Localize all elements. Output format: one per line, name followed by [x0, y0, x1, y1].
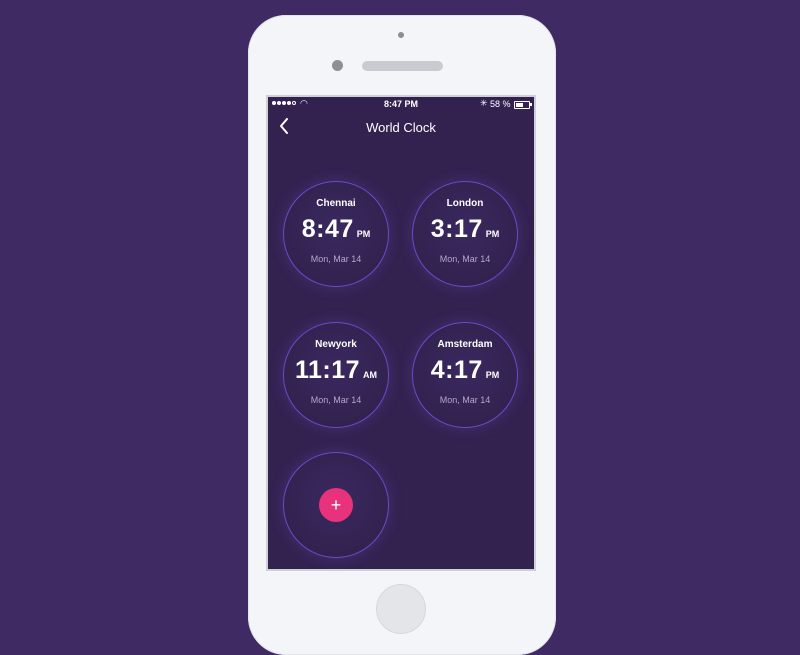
city-name: Chennai [316, 198, 356, 209]
home-button[interactable] [376, 584, 426, 634]
clock-card-london[interactable]: London 3:17 PM Mon, Mar 14 [412, 181, 518, 287]
front-camera [332, 60, 343, 71]
city-name: London [446, 198, 484, 209]
add-clock-button[interactable]: + [319, 488, 353, 522]
clock-date: Mon, Mar 14 [439, 395, 491, 405]
app-screen: ◠ 8:47 PM ✳ 58 % World Clock Chennai 8:4… [266, 95, 536, 571]
status-bar: ◠ 8:47 PM ✳ 58 % [268, 97, 534, 111]
add-clock-card: + [283, 452, 389, 558]
clock-date: Mon, Mar 14 [439, 254, 491, 264]
clock-date: Mon, Mar 14 [310, 254, 362, 264]
earpiece-speaker [362, 61, 443, 71]
clock-time: 3:17 [430, 215, 483, 243]
clock-card-amsterdam[interactable]: Amsterdam 4:17 PM Mon, Mar 14 [412, 322, 518, 428]
bluetooth-icon: ✳ [480, 98, 488, 108]
time-row: 4:17 PM [413, 356, 517, 385]
city-name: Amsterdam [437, 339, 493, 350]
clock-time: 8:47 [301, 215, 354, 243]
page-title: World Clock [366, 120, 436, 135]
phone-frame: ◠ 8:47 PM ✳ 58 % World Clock Chennai 8:4… [248, 15, 556, 655]
battery-percent: 58 % [490, 99, 511, 109]
battery-icon [514, 101, 532, 109]
time-row: 8:47 PM [284, 215, 388, 244]
time-row: 11:17 AM [284, 356, 388, 385]
clock-ampm: PM [485, 229, 500, 239]
city-name: Newyork [315, 339, 357, 350]
clock-time: 11:17 [294, 356, 361, 384]
clock-date: Mon, Mar 14 [310, 395, 362, 405]
sensor-dot [398, 32, 404, 38]
nav-bar: World Clock [268, 113, 534, 141]
clock-time: 4:17 [430, 356, 483, 384]
clock-card-chennai[interactable]: Chennai 8:47 PM Mon, Mar 14 [283, 181, 389, 287]
clock-card-newyork[interactable]: Newyork 11:17 AM Mon, Mar 14 [283, 322, 389, 428]
clock-ampm: AM [363, 370, 378, 380]
clock-ampm: PM [485, 370, 500, 380]
clock-ampm: PM [356, 229, 371, 239]
time-row: 3:17 PM [413, 215, 517, 244]
